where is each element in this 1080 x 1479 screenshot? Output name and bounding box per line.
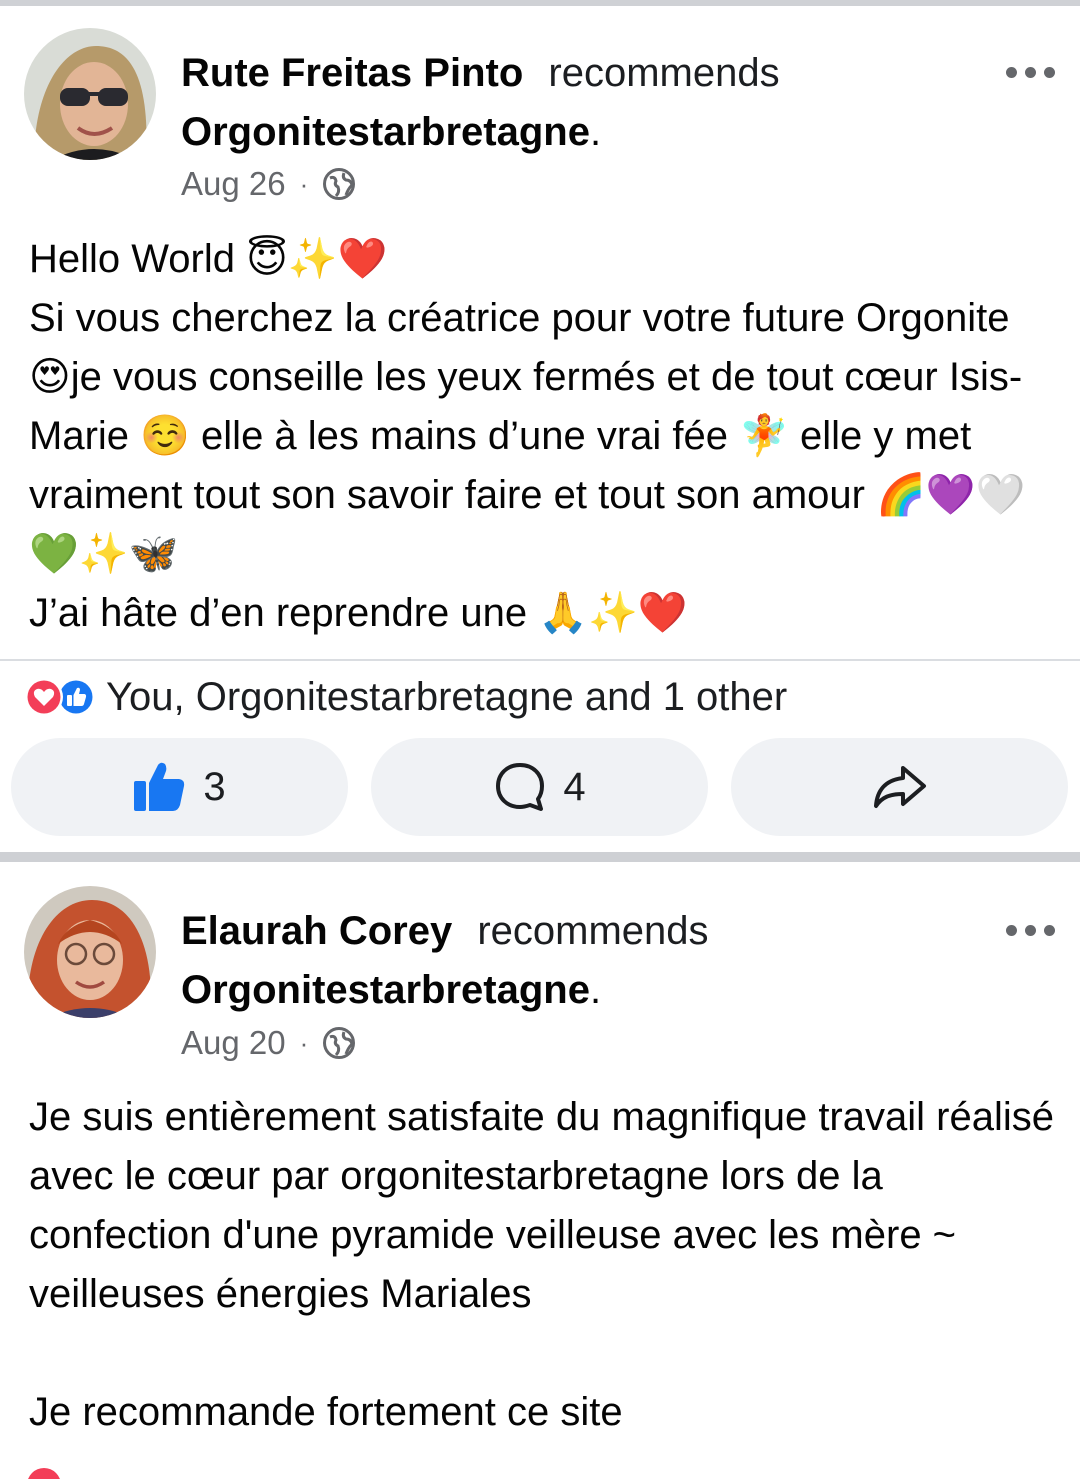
avatar[interactable] [24, 886, 156, 1018]
post-header-line2: Orgonitestarbretagne. [181, 104, 601, 160]
divider [0, 659, 1080, 661]
post-meta: Aug 20 · [181, 1023, 356, 1063]
love-reaction-icon [28, 1468, 60, 1479]
post-body: Je suis entièrement satisfaite du magnif… [29, 1095, 1054, 1434]
more-dot-icon [1024, 66, 1036, 78]
post-header-line1: Rute Freitas Pinto recommends [181, 45, 780, 101]
post-date[interactable]: Aug 26 [181, 164, 286, 204]
comment-button[interactable]: 4 [371, 738, 708, 836]
post-body: Hello World 😇✨❤️ Si vous cherchez la cré… [29, 237, 1026, 635]
comment-icon [496, 763, 545, 811]
post-meta: Aug 26 · [181, 164, 356, 204]
more-dot-icon [1024, 924, 1036, 936]
more-dot-icon [1005, 66, 1017, 78]
globe-icon [323, 168, 356, 200]
globe-icon [323, 1027, 356, 1059]
more-dot-icon [1043, 66, 1055, 78]
comment-count: 4 [563, 764, 586, 809]
share-icon [873, 766, 926, 808]
meta-separator: · [299, 169, 309, 199]
top-separator [0, 0, 1080, 6]
reactions-summary[interactable]: You, Orgonitestarbretagne and 1 other [106, 675, 787, 720]
post-header-line2: Orgonitestarbretagne. [181, 962, 601, 1018]
post-header-line1: Elaurah Corey recommends [181, 903, 709, 959]
page-name[interactable]: Orgonitestarbretagne [181, 110, 590, 154]
more-dot-icon [1005, 924, 1017, 936]
post-separator [0, 852, 1080, 862]
period: . [589, 110, 602, 154]
share-button[interactable] [731, 738, 1068, 836]
thumbs-up-icon [134, 762, 185, 811]
page-name[interactable]: Orgonitestarbretagne [181, 968, 590, 1012]
period: . [589, 968, 602, 1012]
more-options-button[interactable] [1002, 918, 1058, 942]
like-count: 3 [203, 764, 226, 809]
love-reaction-icon [25, 678, 63, 716]
avatar[interactable] [24, 28, 156, 160]
recommends-text: recommends [477, 909, 709, 953]
more-dot-icon [1043, 924, 1055, 936]
like-button[interactable]: 3 [11, 738, 348, 836]
recommends-text: recommends [548, 51, 780, 95]
meta-separator: · [299, 1028, 309, 1058]
author-name[interactable]: Rute Freitas Pinto [181, 51, 523, 95]
reactions-bar[interactable]: You, Orgonitestarbretagne and 1 other [24, 667, 787, 727]
more-options-button[interactable] [1002, 60, 1058, 84]
next-reactions-peek [0, 1467, 1080, 1479]
author-name[interactable]: Elaurah Corey [181, 909, 452, 953]
post-date[interactable]: Aug 20 [181, 1023, 286, 1063]
